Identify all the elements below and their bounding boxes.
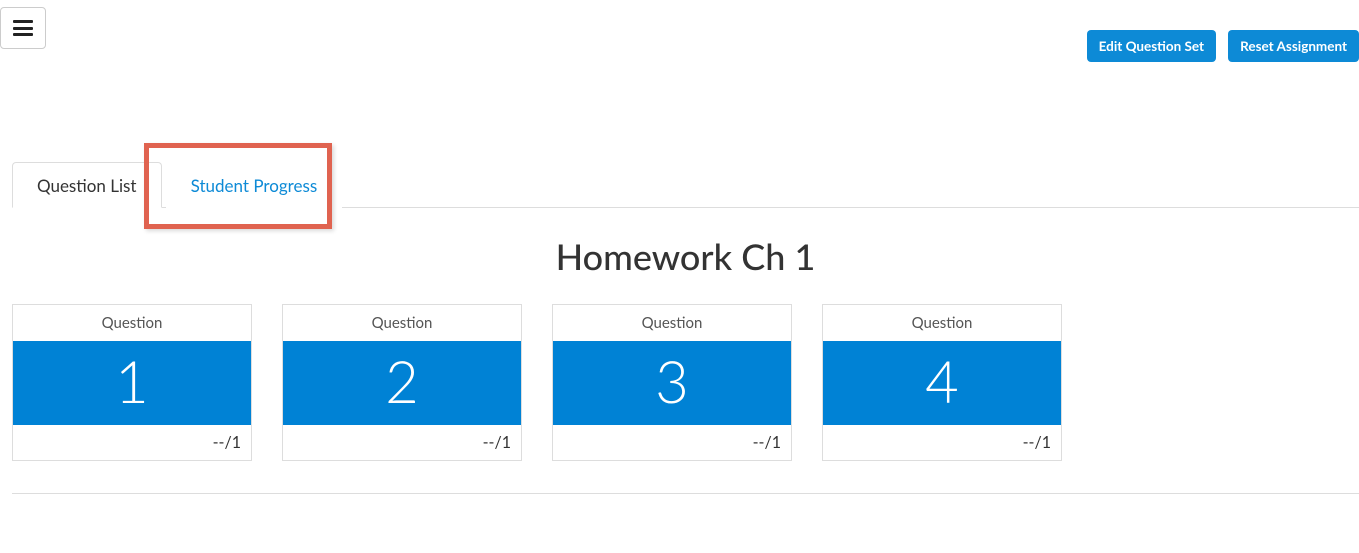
question-card-header: Question: [283, 305, 521, 341]
question-card-score: --/1: [553, 425, 791, 460]
question-cards-row: Question 1 --/1 Question 2 --/1 Question…: [12, 304, 1062, 461]
question-card[interactable]: Question 4 --/1: [822, 304, 1062, 461]
question-card-score: --/1: [283, 425, 521, 460]
question-card-header: Question: [13, 305, 251, 341]
question-card[interactable]: Question 2 --/1: [282, 304, 522, 461]
divider: [12, 493, 1359, 494]
tab-question-list[interactable]: Question List: [12, 162, 162, 208]
action-bar: Edit Question Set Reset Assignment: [1079, 30, 1359, 62]
question-card-score: --/1: [823, 425, 1061, 460]
question-card-number: 1: [13, 341, 251, 425]
hamburger-icon: [13, 20, 33, 36]
question-card-score: --/1: [13, 425, 251, 460]
question-card-number: 4: [823, 341, 1061, 425]
question-card-number: 3: [553, 341, 791, 425]
question-card[interactable]: Question 3 --/1: [552, 304, 792, 461]
question-card-header: Question: [553, 305, 791, 341]
question-card[interactable]: Question 1 --/1: [12, 304, 252, 461]
tab-student-progress[interactable]: Student Progress: [166, 162, 343, 208]
reset-assignment-button[interactable]: Reset Assignment: [1228, 30, 1359, 62]
tab-label: Question List: [37, 175, 137, 196]
edit-question-set-button[interactable]: Edit Question Set: [1087, 30, 1216, 62]
tab-strip: Question List Student Progress: [12, 162, 1359, 208]
question-card-number: 2: [283, 341, 521, 425]
menu-button[interactable]: [0, 7, 46, 49]
question-card-header: Question: [823, 305, 1061, 341]
tab-label: Student Progress: [191, 175, 318, 196]
page-title: Homework Ch 1: [12, 234, 1359, 278]
